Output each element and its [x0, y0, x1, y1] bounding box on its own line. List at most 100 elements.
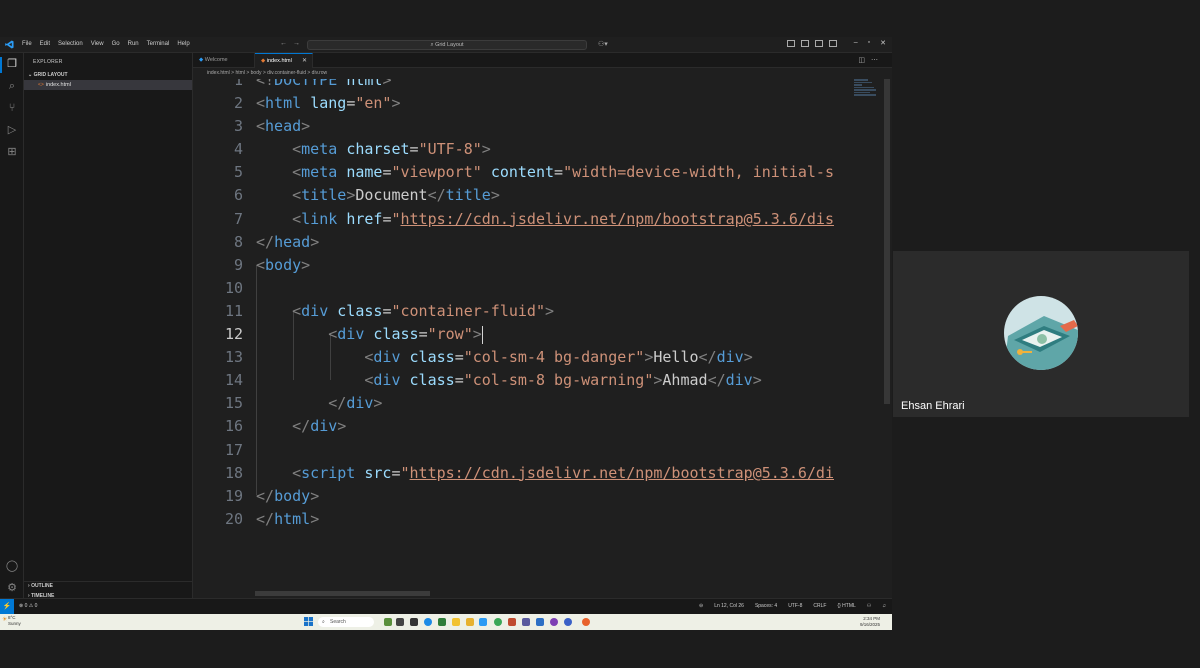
line-number: 8	[233, 232, 243, 251]
menu-go[interactable]: Go	[112, 41, 120, 47]
account-icon[interactable]: ◯	[5, 559, 19, 573]
toggle-secondary-sidebar-icon[interactable]	[815, 40, 823, 47]
line-number: 19	[224, 486, 243, 505]
taskbar-app-icon[interactable]	[564, 618, 572, 626]
menu-bar: File Edit Selection View Go Run Terminal…	[22, 41, 190, 47]
windows-start-icon[interactable]	[304, 617, 313, 626]
language-mode[interactable]: {} HTML	[837, 603, 855, 609]
weather-desc: Sunny	[8, 621, 21, 626]
folder-grid-layout[interactable]: ⌄ GRID LAYOUT	[28, 72, 68, 78]
taskbar-app-icon[interactable]	[582, 618, 590, 626]
file-explorer-icon[interactable]	[452, 618, 460, 626]
line-number: 16	[224, 417, 243, 436]
line-number: 7	[233, 209, 243, 228]
tab-index-html[interactable]: ◆ index.html ✕	[255, 53, 313, 68]
code-line: 6 <title>Document</title>	[193, 184, 858, 207]
menu-run[interactable]: Run	[128, 41, 139, 47]
line-number: 18	[224, 463, 243, 482]
status-bar: ⚡ ⊗ 0 ⚠ 0 ⊖ Ln 12, Col 26 Spaces: 4 UTF-…	[0, 598, 892, 614]
close-icon[interactable]: ✕	[880, 39, 886, 47]
active-indicator	[0, 57, 2, 73]
search-icon[interactable]: ⌕	[5, 79, 19, 93]
search-placeholder: Search	[330, 619, 346, 625]
layout-controls	[787, 40, 837, 47]
maximize-icon[interactable]: ▫	[868, 39, 870, 47]
line-number: 14	[224, 371, 243, 390]
zoom-icon[interactable]: ⊖	[699, 603, 703, 609]
copilot-icon[interactable]: ⚇▾	[598, 40, 608, 48]
problems-count[interactable]: ⊗ 0 ⚠ 0	[19, 603, 37, 609]
menu-file[interactable]: File	[22, 41, 32, 47]
windows-taskbar: ☀ 8°C Sunny ⌕ Search 2:34 PM 9/16/2025	[0, 614, 892, 630]
vscode-logo-icon	[5, 40, 14, 49]
line-number: 20	[224, 509, 243, 528]
system-clock[interactable]: 2:34 PM 9/16/2025	[860, 616, 880, 628]
toggle-sidebar-icon[interactable]	[787, 40, 795, 47]
menu-edit[interactable]: Edit	[40, 41, 50, 47]
chrome-icon[interactable]	[494, 618, 502, 626]
remote-icon[interactable]: ⚡	[0, 599, 14, 614]
code-line: 19 </body>	[193, 485, 858, 508]
code-area[interactable]: 1 <!DOCTYPE html> 2 <html lang="en"> 3 <hea…	[193, 79, 858, 531]
code-editor[interactable]: 1 <!DOCTYPE html> 2 <html lang="en"> 3 <hea…	[193, 79, 892, 598]
line-number: 13	[224, 348, 243, 367]
menu-help[interactable]: Help	[177, 41, 189, 47]
close-tab-icon[interactable]: ✕	[302, 54, 307, 69]
extensions-icon[interactable]: ⊞	[5, 145, 19, 159]
source-control-icon[interactable]: ⑂	[5, 101, 19, 115]
minimap[interactable]	[854, 79, 878, 105]
tab-label: Welcome	[204, 57, 228, 63]
horizontal-scrollbar[interactable]	[255, 591, 430, 596]
menu-terminal[interactable]: Terminal	[147, 41, 170, 47]
command-center[interactable]: ⌕ Grid Layout	[307, 40, 587, 50]
editor-tabs: ◆ Welcome ◆ index.html ✕ ◫⋯	[193, 53, 892, 68]
taskbar-app-icon[interactable]	[536, 618, 544, 626]
indentation[interactable]: Spaces: 4	[755, 603, 777, 609]
customize-layout-icon[interactable]	[829, 40, 837, 47]
taskbar-app-icon[interactable]	[550, 618, 558, 626]
vscode-taskbar-icon[interactable]	[479, 618, 487, 626]
minimize-icon[interactable]: –	[854, 39, 858, 47]
tab-welcome[interactable]: ◆ Welcome	[193, 53, 255, 68]
notifications-icon[interactable]: ♫	[882, 603, 886, 609]
task-view-icon[interactable]	[410, 618, 418, 626]
taskbar-app-icon[interactable]	[438, 618, 446, 626]
split-editor-icon[interactable]: ◫	[858, 57, 871, 64]
vertical-scrollbar[interactable]	[884, 79, 890, 404]
outline-section[interactable]: › OUTLINE	[28, 583, 53, 589]
toggle-panel-icon[interactable]	[801, 40, 809, 47]
forward-arrow-icon[interactable]: →	[293, 40, 306, 47]
taskbar-app-icon[interactable]	[508, 618, 516, 626]
copilot-status-icon[interactable]: ⚇	[867, 603, 871, 609]
taskbar-app-icon[interactable]	[384, 618, 392, 626]
edge-icon[interactable]	[424, 618, 432, 626]
nav-arrows: ←→	[280, 40, 306, 47]
code-line: 1 <!DOCTYPE html>	[193, 79, 858, 92]
weather-widget[interactable]: ☀ 8°C Sunny	[2, 615, 21, 627]
taskbar-app-icon[interactable]	[396, 618, 404, 626]
cursor-position[interactable]: Ln 12, Col 26	[714, 603, 744, 609]
menu-view[interactable]: View	[91, 41, 104, 47]
file-index-html[interactable]: <> index.html	[24, 80, 192, 90]
back-arrow-icon[interactable]: ←	[280, 40, 293, 47]
taskbar-search[interactable]: ⌕ Search	[318, 617, 374, 627]
line-number: 11	[224, 301, 243, 320]
tab-label: index.html	[266, 58, 292, 64]
line-ending[interactable]: CRLF	[813, 603, 826, 609]
code-line: 3 <head>	[193, 115, 858, 138]
participant-tile: Ehsan Ehrari	[893, 251, 1189, 417]
outline-label: OUTLINE	[31, 583, 54, 589]
breadcrumb[interactable]: index.html > html > body > div.container…	[193, 68, 892, 79]
taskbar-app-icon[interactable]	[522, 618, 530, 626]
settings-gear-icon[interactable]: ⚙	[5, 581, 19, 595]
encoding[interactable]: UTF-8	[788, 603, 802, 609]
editor-actions: ◫⋯	[858, 56, 884, 64]
run-debug-icon[interactable]: ▷	[5, 123, 19, 137]
menu-selection[interactable]: Selection	[58, 41, 83, 47]
taskbar-app-icon[interactable]	[466, 618, 474, 626]
explorer-icon[interactable]: ❐	[5, 57, 19, 71]
html-file-icon: <>	[38, 82, 44, 88]
line-number: 2	[233, 94, 243, 113]
more-actions-icon[interactable]: ⋯	[871, 57, 884, 64]
line-number: 3	[233, 117, 243, 136]
